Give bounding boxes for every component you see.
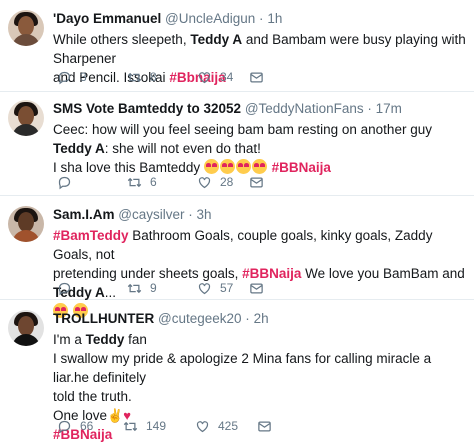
- tweet-header: SMS Vote Bamteddy to 32052 @TeddyNationF…: [53, 101, 402, 116]
- like-count: 28: [220, 175, 234, 189]
- reply-button[interactable]: 66: [57, 418, 93, 434]
- heart-outline-icon: [198, 176, 211, 188]
- like-button[interactable]: 425: [195, 418, 238, 434]
- author-name[interactable]: Sam.I.Am: [53, 207, 115, 222]
- timestamp[interactable]: 2h: [254, 311, 269, 326]
- like-button[interactable]: 57: [197, 280, 233, 296]
- tweet[interactable]: TROLLHUNTER @cutegeek20 · 2h I'm a Teddy…: [0, 300, 474, 448]
- retweet-icon: [123, 421, 138, 431]
- tweet-feed: 'Dayo Emmanuel @UncleAdigun · 1h While o…: [0, 0, 474, 448]
- like-count: 34: [220, 70, 234, 84]
- retweet-icon: [127, 72, 142, 82]
- author-handle[interactable]: @UncleAdigun: [165, 11, 255, 26]
- avatar[interactable]: [8, 10, 44, 46]
- reply-icon: [58, 420, 71, 433]
- retweet-icon: [127, 177, 142, 187]
- direct-message-icon: [258, 421, 271, 431]
- tweet[interactable]: Sam.I.Am @caysilver · 3h #BamTeddy Bathr…: [0, 196, 474, 318]
- direct-message-button[interactable]: [257, 418, 272, 434]
- direct-message-icon: [250, 283, 263, 293]
- heart-outline-icon: [198, 282, 211, 294]
- reply-icon: [58, 282, 71, 295]
- heart-eyes-emoji: [251, 159, 267, 174]
- reply-icon: [58, 176, 71, 189]
- reply-count: 3: [80, 70, 87, 84]
- author-handle[interactable]: @caysilver: [118, 207, 184, 222]
- reply-button[interactable]: [57, 280, 80, 296]
- heart-eyes-emoji: [203, 159, 219, 174]
- hashtag-link[interactable]: #BBNaija: [242, 266, 301, 281]
- reply-count: 66: [80, 419, 94, 433]
- retweet-count: 9: [150, 281, 157, 295]
- heart-outline-icon: [196, 420, 209, 432]
- tweet-header: Sam.I.Am @caysilver · 3h: [53, 207, 212, 222]
- retweet-count: 6: [150, 175, 157, 189]
- hashtag-link[interactable]: #BBNaija: [272, 160, 331, 175]
- reply-button[interactable]: [57, 174, 80, 190]
- retweet-icon: [127, 283, 142, 293]
- direct-message-button[interactable]: [249, 69, 264, 85]
- retweet-button[interactable]: 9: [127, 280, 157, 296]
- retweet-count: 8: [150, 70, 157, 84]
- avatar[interactable]: [8, 206, 44, 242]
- retweet-button[interactable]: 149: [123, 418, 166, 434]
- tweet[interactable]: 'Dayo Emmanuel @UncleAdigun · 1h While o…: [0, 0, 474, 92]
- author-name[interactable]: 'Dayo Emmanuel: [53, 11, 161, 26]
- retweet-button[interactable]: 6: [127, 174, 157, 190]
- reply-icon: [58, 71, 71, 84]
- retweet-count: 149: [146, 419, 167, 433]
- like-count: 425: [218, 419, 239, 433]
- like-count: 57: [220, 281, 234, 295]
- author-name[interactable]: TROLLHUNTER: [53, 311, 154, 326]
- retweet-button[interactable]: 8: [127, 69, 157, 85]
- heart-eyes-emoji: [235, 159, 251, 174]
- author-name[interactable]: SMS Vote Bamteddy to 32052: [53, 101, 241, 116]
- timestamp[interactable]: 17m: [376, 101, 402, 116]
- direct-message-button[interactable]: [249, 280, 264, 296]
- heart-outline-icon: [198, 71, 211, 83]
- author-handle[interactable]: @cutegeek20: [158, 311, 242, 326]
- tweet-text: Ceec: how will you feel seeing bam bam r…: [53, 122, 432, 175]
- reply-button[interactable]: 3: [57, 69, 87, 85]
- tweet-header: 'Dayo Emmanuel @UncleAdigun · 1h: [53, 11, 283, 26]
- timestamp[interactable]: 1h: [267, 11, 282, 26]
- avatar[interactable]: [8, 100, 44, 136]
- direct-message-icon: [250, 72, 263, 82]
- hashtag-link[interactable]: #BamTeddy: [53, 228, 129, 243]
- timestamp[interactable]: 3h: [197, 207, 212, 222]
- direct-message-icon: [250, 177, 263, 187]
- direct-message-button[interactable]: [249, 174, 264, 190]
- like-button[interactable]: 28: [197, 174, 233, 190]
- author-handle[interactable]: @TeddyNationFans: [245, 101, 364, 116]
- tweet[interactable]: SMS Vote Bamteddy to 32052 @TeddyNationF…: [0, 92, 474, 196]
- avatar[interactable]: [8, 310, 44, 346]
- heart-eyes-emoji: [219, 159, 235, 174]
- like-button[interactable]: 34: [197, 69, 233, 85]
- tweet-header: TROLLHUNTER @cutegeek20 · 2h: [53, 311, 269, 326]
